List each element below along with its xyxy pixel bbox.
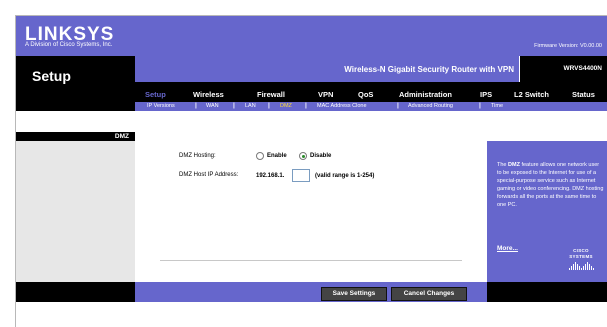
enable-radio[interactable] — [256, 152, 264, 160]
disable-label: Disable — [310, 153, 332, 159]
main-tabs: Setup Wireless Firewall VPN QoS Administ… — [135, 82, 607, 111]
dmz-hosting-label: DMZ Hosting: — [179, 153, 216, 159]
subtab-separator: | — [233, 102, 235, 109]
cisco-systems-logo: CISCO SYSTEMS — [562, 248, 600, 270]
sidebar-footer — [16, 282, 135, 302]
subtab-separator: | — [268, 102, 270, 109]
help-text-lead: The — [497, 162, 509, 168]
help-panel: The DMZ feature allows one network user … — [487, 141, 607, 282]
logo-subtitle: A Division of Cisco Systems, Inc. — [25, 42, 113, 48]
tab-setup[interactable]: Setup — [145, 90, 166, 99]
cisco-logo-text: CISCO SYSTEMS — [569, 248, 593, 259]
subtab-dmz[interactable]: DMZ — [280, 103, 292, 110]
cancel-changes-button[interactable]: Cancel Changes — [391, 287, 467, 301]
enable-label: Enable — [267, 153, 287, 159]
footer-bar: Save Settings Cancel Changes — [135, 282, 487, 302]
ip-last-octet-input[interactable] — [292, 169, 310, 182]
subtab-separator: | — [195, 102, 197, 109]
save-settings-button[interactable]: Save Settings — [321, 287, 387, 301]
router-admin-page: LINKSYS A Division of Cisco Systems, Inc… — [15, 15, 607, 327]
model-box: WRVS4400N — [519, 56, 607, 82]
valid-range-hint: (valid range is 1-254) — [315, 173, 375, 179]
tab-vpn[interactable]: VPN — [318, 90, 333, 99]
section-title: Setup — [32, 68, 71, 84]
tab-ips[interactable]: IPS — [480, 90, 492, 99]
cisco-bars-icon — [562, 262, 600, 270]
spacer — [16, 111, 607, 132]
subtab-separator: | — [479, 102, 481, 109]
help-text-keyword: DMZ — [508, 162, 520, 168]
subtab-time[interactable]: Time — [491, 103, 503, 110]
firmware-version: Firmware Version: V0.00.00 — [534, 43, 602, 49]
sub-tabs: IP Versions | WAN | LAN | DMZ | MAC Addr… — [135, 102, 607, 111]
top-header: LINKSYS A Division of Cisco Systems, Inc… — [16, 16, 607, 56]
help-text: The DMZ feature allows one network user … — [497, 161, 604, 209]
subtab-separator: | — [305, 102, 307, 109]
subtab-mac-address-clone[interactable]: MAC Address Clone — [317, 103, 367, 110]
subtab-wan[interactable]: WAN — [206, 103, 219, 110]
sidebar-header: DMZ — [16, 132, 135, 141]
subtab-advanced-routing[interactable]: Advanced Routing — [408, 103, 453, 110]
help-text-body: feature allows one network user to be ex… — [497, 162, 604, 208]
tab-status[interactable]: Status — [572, 90, 595, 99]
sidebar — [16, 141, 135, 282]
model-name: WRVS4400N — [563, 65, 602, 72]
content-divider — [160, 260, 462, 261]
tab-firewall[interactable]: Firewall — [257, 90, 285, 99]
sidebar-section-label: DMZ — [114, 133, 129, 140]
tab-administration[interactable]: Administration — [399, 90, 452, 99]
footer-right — [487, 282, 607, 302]
subtab-lan[interactable]: LAN — [245, 103, 256, 110]
dmz-host-ip-label: DMZ Host IP Address: — [179, 172, 239, 178]
product-bar: Wireless-N Gigabit Security Router with … — [135, 56, 607, 82]
product-name: Wireless-N Gigabit Security Router with … — [344, 65, 514, 74]
more-link[interactable]: More... — [497, 245, 518, 253]
tab-qos[interactable]: QoS — [358, 90, 373, 99]
subtab-ip-versions[interactable]: IP Versions — [147, 103, 175, 110]
tab-l2-switch[interactable]: L2 Switch — [514, 90, 549, 99]
subtab-separator: | — [397, 102, 399, 109]
tab-wireless[interactable]: Wireless — [193, 90, 224, 99]
ip-prefix: 192.168.1. — [256, 173, 285, 179]
section-title-block: Setup — [16, 56, 135, 111]
disable-radio[interactable] — [299, 152, 307, 160]
